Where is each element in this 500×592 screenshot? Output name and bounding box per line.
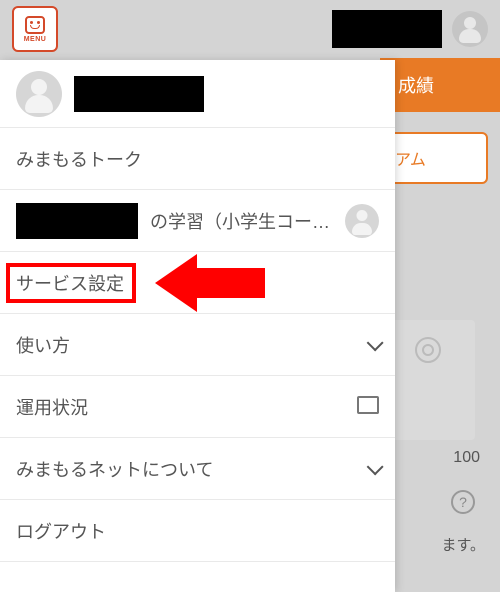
menu-item-mimamoru-talk[interactable]: みまもるトーク — [0, 128, 395, 190]
menu-label: MENU — [24, 36, 47, 43]
avatar-icon[interactable] — [452, 11, 488, 47]
menu-item-about[interactable]: みまもるネットについて — [0, 438, 395, 500]
tab-results-label: 成績 — [398, 72, 434, 98]
score-value: 100 — [453, 449, 480, 467]
menu-item-operation-status[interactable]: 運用状況 — [0, 376, 395, 438]
menu-item-label: 運用状況 — [16, 394, 349, 420]
menu-item-profile[interactable] — [0, 60, 395, 128]
menu-item-usage[interactable]: 使い方 — [0, 314, 395, 376]
external-window-icon — [361, 400, 379, 414]
menu-item-learning[interactable]: の学習（小学生コー… — [0, 190, 395, 252]
menu-item-label: 使い方 — [16, 332, 355, 358]
menu-button[interactable]: MENU — [12, 6, 58, 52]
menu-item-label: の学習（小学生コー… — [150, 208, 333, 234]
menu-item-label: サービス設定 — [16, 270, 379, 296]
menu-face-icon — [25, 16, 45, 34]
chevron-down-icon — [367, 458, 384, 475]
menu-panel: みまもるトーク の学習（小学生コー… サービス設定 使い方 運用状況 みまもるネ… — [0, 60, 395, 592]
avatar-icon — [16, 71, 62, 117]
paragraph-fragment: ます。 — [441, 534, 485, 555]
menu-item-service-settings[interactable]: サービス設定 — [0, 252, 395, 314]
outline-button-label: アム — [395, 146, 426, 170]
menu-item-label: ログアウト — [16, 518, 379, 544]
header-title-masked — [332, 10, 442, 48]
header: MENU — [0, 0, 500, 58]
help-icon[interactable]: ? — [451, 490, 475, 514]
profile-name-masked — [74, 76, 204, 112]
header-right — [332, 10, 488, 48]
tab-results[interactable]: 成績 — [380, 58, 500, 112]
avatar-icon — [345, 204, 379, 238]
outline-button[interactable]: アム — [388, 132, 488, 184]
menu-item-logout[interactable]: ログアウト — [0, 500, 395, 562]
chevron-down-icon — [367, 334, 384, 351]
circle-icon — [415, 337, 441, 363]
menu-item-label: みまもるネットについて — [16, 456, 355, 482]
menu-item-label: みまもるトーク — [16, 146, 379, 172]
child-name-masked — [16, 203, 138, 239]
